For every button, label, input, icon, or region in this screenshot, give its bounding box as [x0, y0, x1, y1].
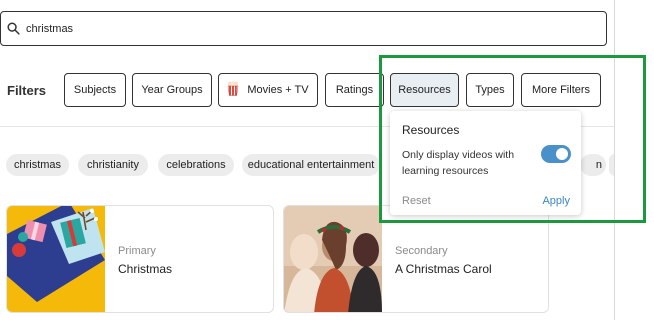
result-title: A Christmas Carol: [395, 262, 492, 276]
tag-label: christianity: [87, 159, 139, 171]
resources-popover: Resources Only display videos with learn…: [390, 111, 581, 215]
filter-movies-tv-button[interactable]: Movies + TV: [218, 73, 318, 107]
result-card-christmas-carol[interactable]: Secondary A Christmas Carol: [283, 205, 549, 313]
page-edge-divider: [614, 0, 615, 320]
filter-more-filters-label: More Filters: [531, 84, 591, 96]
apply-button[interactable]: Apply: [542, 195, 570, 207]
search-icon: [7, 22, 20, 35]
tag-label: christmas: [13, 159, 62, 171]
filter-resources-button[interactable]: Resources: [390, 73, 459, 107]
filter-year-groups-label: Year Groups: [141, 84, 203, 96]
toggle-knob: [556, 148, 568, 160]
tag-label: celebrations: [166, 159, 226, 171]
popover-title: Resources: [402, 123, 460, 137]
popcorn-icon: [227, 81, 239, 99]
tag-chip-educational-entertainment[interactable]: educational entertainment: [242, 154, 380, 176]
filters-label: Filters: [7, 83, 47, 98]
result-title: Christmas: [118, 262, 173, 276]
filter-types-button[interactable]: Types: [466, 73, 514, 107]
christmas-carol-thumbnail: [284, 206, 382, 312]
reset-button[interactable]: Reset: [402, 195, 431, 207]
tag-label: educational entertainment: [247, 159, 375, 171]
filter-year-groups-button[interactable]: Year Groups: [132, 73, 212, 107]
christmas-thumbnail: [7, 206, 105, 312]
filter-subjects-label: Subjects: [73, 84, 117, 96]
resources-toggle[interactable]: [541, 145, 571, 163]
search-input[interactable]: christmas: [0, 11, 607, 46]
filter-movies-tv-label: Movies + TV: [247, 84, 309, 96]
filter-ratings-label: Ratings: [335, 84, 374, 96]
filter-types-label: Types: [475, 84, 505, 96]
result-card-christmas[interactable]: Primary Christmas: [6, 205, 274, 313]
result-level: Primary: [118, 245, 156, 257]
tag-chip-partial[interactable]: n: [580, 154, 606, 176]
filter-ratings-button[interactable]: Ratings: [325, 73, 384, 107]
popover-description: Only display videos with learning resour…: [402, 149, 515, 177]
tag-chip-christianity[interactable]: christianity: [78, 154, 148, 176]
result-level: Secondary: [395, 245, 448, 257]
filter-resources-label: Resources: [398, 84, 451, 96]
tag-label: n: [595, 159, 602, 171]
filter-subjects-button[interactable]: Subjects: [64, 73, 126, 107]
tag-chip-celebrations[interactable]: celebrations: [158, 154, 234, 176]
tag-chip-christmas[interactable]: christmas: [6, 154, 69, 176]
search-value: christmas: [26, 22, 74, 35]
filter-more-filters-button[interactable]: More Filters: [521, 73, 601, 107]
